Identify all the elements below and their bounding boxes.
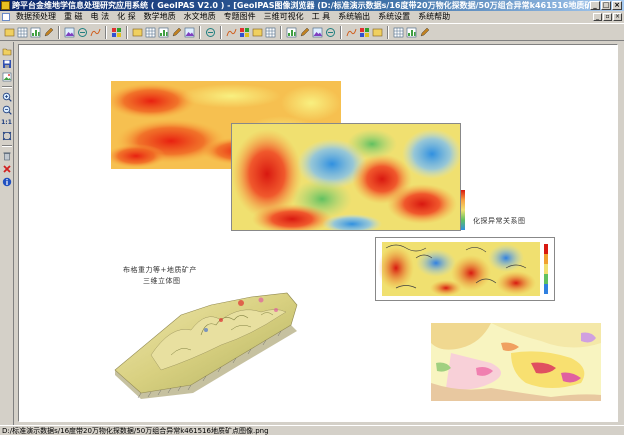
mdi-minimize-button[interactable]: _	[593, 13, 602, 21]
printer-icon[interactable]	[76, 26, 88, 38]
profile-icon[interactable]	[110, 26, 122, 38]
wave-icon[interactable]	[170, 26, 182, 38]
zoom-in-icon[interactable]	[1, 91, 12, 102]
document-icon[interactable]	[2, 13, 10, 21]
overlay-icon[interactable]	[285, 26, 297, 38]
clear-icon[interactable]	[1, 150, 12, 161]
actual-size-label: 1:1	[1, 119, 12, 126]
help-icon[interactable]	[405, 26, 417, 38]
filter-icon[interactable]	[157, 26, 169, 38]
geochem-heatmap-2	[231, 123, 461, 231]
contour-icon[interactable]	[144, 26, 156, 38]
toolbar-separator	[280, 25, 282, 39]
toolbar-separator	[58, 25, 60, 39]
classify-icon[interactable]	[251, 26, 263, 38]
menu-system-output[interactable]: 系统输出	[334, 11, 374, 23]
map-icon[interactable]	[264, 26, 276, 38]
grid-icon[interactable]	[131, 26, 143, 38]
image-icon[interactable]	[63, 26, 75, 38]
scale-icon[interactable]	[324, 26, 336, 38]
geology-map	[431, 323, 601, 401]
layers-icon[interactable]	[311, 26, 323, 38]
app-logo-icon	[1, 1, 10, 10]
mdi-controls: _ ▫ ×	[593, 13, 624, 21]
menu-3d-visualization[interactable]: 三维可视化	[260, 11, 308, 23]
fit-window-icon[interactable]	[1, 130, 12, 141]
geoipas-window: 跨平台金维地学信息处理研究应用系统 ( GeoIPAS V2.0 ) - [Ge…	[0, 0, 624, 435]
about-icon[interactable]	[418, 26, 430, 38]
toolbar-separator	[340, 25, 342, 39]
image-canvas[interactable]: 化探异常关系图 布格重力等+地质矿产 三维立体图	[18, 44, 618, 422]
main-toolbar	[0, 23, 624, 41]
close-button[interactable]: ×	[612, 1, 622, 10]
save-icon[interactable]	[1, 58, 12, 69]
mdi-restore-button[interactable]: ▫	[603, 13, 612, 21]
legend-icon[interactable]	[298, 26, 310, 38]
image-icon[interactable]	[1, 71, 12, 82]
menu-data-preprocess[interactable]: 数据预处理	[12, 11, 60, 23]
side-toolbar: 1:1	[0, 42, 14, 425]
color-scale	[461, 190, 465, 230]
info-icon[interactable]	[1, 176, 12, 187]
3d-map-label-line1: 布格重力等+地质矿产	[123, 266, 197, 274]
menu-geochem[interactable]: 化 探	[113, 11, 140, 23]
stats-icon[interactable]	[238, 26, 250, 38]
mdi-close-button[interactable]: ×	[613, 13, 622, 21]
export-icon[interactable]	[358, 26, 370, 38]
menu-gravity-magnetic[interactable]: 重 磁	[60, 11, 87, 23]
title-bar: 跨平台金维地学信息处理研究应用系统 ( GeoIPAS V2.0 ) - [Ge…	[0, 0, 624, 11]
zoom-out-icon[interactable]	[1, 104, 12, 115]
north-icon[interactable]	[345, 26, 357, 38]
arrow-icon[interactable]	[89, 26, 101, 38]
menu-electric[interactable]: 电 法	[87, 11, 114, 23]
toolbar-separator	[126, 25, 128, 39]
toolbar-separator	[199, 25, 201, 39]
window-title: 跨平台金维地学信息处理研究应用系统 ( GeoIPAS V2.0 ) - [Ge…	[12, 1, 590, 10]
shading-icon[interactable]	[204, 26, 216, 38]
close-icon[interactable]	[1, 163, 12, 174]
color-icon[interactable]	[392, 26, 404, 38]
toolbar-separator	[220, 25, 222, 39]
anomaly-map-label: 化探异常关系图	[473, 217, 526, 225]
status-bar: D:/标准演示数据s/16度带20万物化探数据/50万组合异常k461516地质…	[0, 425, 624, 435]
toolbar-separator	[387, 25, 389, 39]
anomaly-map	[375, 237, 555, 301]
menu-system-help[interactable]: 系统帮助	[414, 11, 454, 23]
chart-icon[interactable]	[29, 26, 41, 38]
open-icon[interactable]	[1, 45, 12, 56]
menu-bar: 数据预处理 重 磁 电 法 化 探 数学地质 水文地质 专题图件 三维可视化 工…	[0, 11, 624, 23]
minimize-button[interactable]: _	[590, 1, 600, 10]
window-controls: _ □ ×	[590, 1, 624, 10]
maximize-button[interactable]: □	[601, 1, 611, 10]
menu-system-settings[interactable]: 系统设置	[374, 11, 414, 23]
menu-tools[interactable]: 工 具	[308, 11, 335, 23]
menu-thematic-maps[interactable]: 专题图件	[220, 11, 260, 23]
status-file-path: D:/标准演示数据s/16度带20万物化探数据/50万组合异常k461516地质…	[2, 426, 269, 435]
open-file-icon[interactable]	[3, 26, 15, 38]
menu-math-geology[interactable]: 数学地质	[140, 11, 180, 23]
histogram-icon[interactable]	[225, 26, 237, 38]
actual-size-icon[interactable]: 1:1	[1, 117, 12, 128]
table-icon[interactable]	[16, 26, 28, 38]
3d-terrain-view	[111, 275, 307, 400]
menu-hydrogeology[interactable]: 水文地质	[180, 11, 220, 23]
toolbar-separator	[105, 25, 107, 39]
folder-icon[interactable]	[371, 26, 383, 38]
edit-icon[interactable]	[42, 26, 54, 38]
rgb-icon[interactable]	[183, 26, 195, 38]
